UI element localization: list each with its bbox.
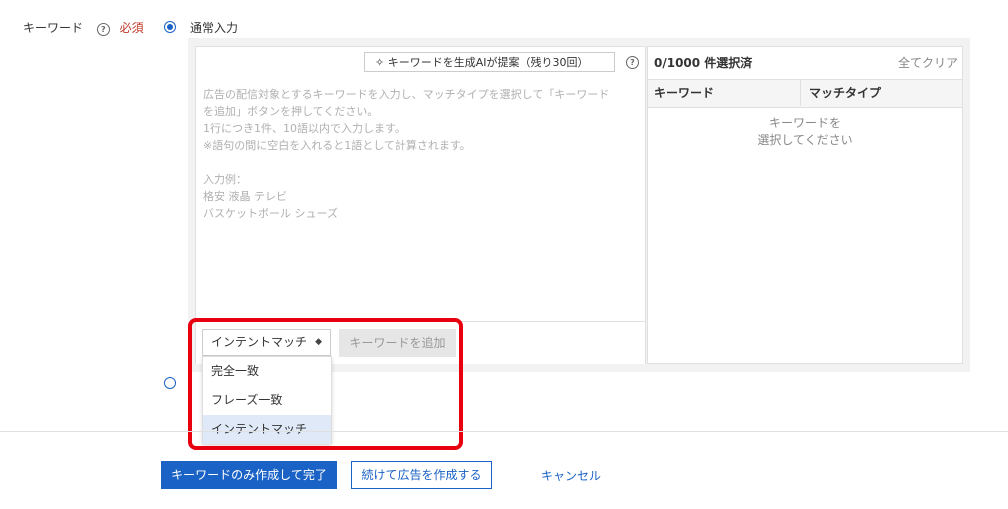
keyword-field-label: キーワード ? 必須: [23, 19, 144, 36]
dropdown-option-phrase[interactable]: フレーズ一致: [203, 386, 331, 415]
empty-selection-message: キーワードを 選択してください: [757, 116, 853, 147]
keyword-textarea[interactable]: 広告の配信対象とするキーワードを入力し、マッチタイプを選択して「キーワード を追…: [203, 86, 639, 222]
section-divider: [0, 431, 1008, 432]
ai-help-icon[interactable]: ?: [626, 56, 639, 69]
clear-all-link[interactable]: 全てクリア: [898, 54, 958, 71]
create-keywords-only-button[interactable]: キーワードのみ作成して完了: [161, 461, 337, 489]
match-type-selected-value: インテントマッチ: [211, 335, 308, 349]
select-arrows-icon: ◆: [315, 337, 322, 347]
continue-create-ad-button[interactable]: 続けて広告を作成する: [351, 461, 492, 489]
add-keyword-button[interactable]: キーワードを追加: [339, 329, 456, 357]
cancel-link[interactable]: キャンセル: [541, 467, 601, 484]
normal-input-radio[interactable]: [164, 21, 176, 33]
match-type-select[interactable]: インテントマッチ ◆: [202, 329, 331, 356]
column-header-keyword: キーワード: [654, 86, 715, 100]
column-divider: [800, 80, 801, 106]
field-label-text: キーワード: [23, 21, 84, 35]
column-header-match-type: マッチタイプ: [809, 86, 882, 100]
dropdown-option-intent[interactable]: インテントマッチ: [203, 415, 331, 444]
normal-input-label[interactable]: 通常入力: [190, 19, 238, 36]
help-icon[interactable]: ?: [96, 23, 110, 36]
required-badge: 必須: [119, 21, 144, 35]
selected-count: 0/1000 件選択済: [654, 56, 753, 70]
dropdown-option-exact[interactable]: 完全一致: [203, 357, 331, 386]
ai-suggest-button[interactable]: ✧ キーワードを生成AIが提案（残り30回）: [364, 52, 615, 72]
other-input-radio[interactable]: [164, 377, 176, 389]
